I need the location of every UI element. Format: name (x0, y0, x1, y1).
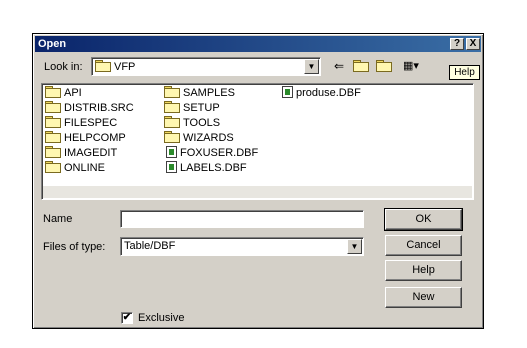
list-item[interactable]: TOOLS (164, 116, 220, 130)
list-item[interactable]: SETUP (164, 101, 220, 115)
folder-icon (45, 86, 61, 98)
folder-icon (164, 116, 180, 128)
table-file-icon (282, 86, 293, 98)
folder-icon (164, 86, 180, 98)
chevron-down-icon[interactable]: ▼ (304, 59, 319, 74)
folder-icon (45, 116, 61, 128)
lookin-label: Look in: (44, 61, 83, 73)
dialog-title: Open (38, 38, 67, 50)
list-item[interactable]: API (45, 86, 82, 100)
help-button[interactable]: Help (385, 260, 462, 281)
chevron-down-icon[interactable]: ▼ (347, 239, 362, 254)
help-question-button[interactable]: ? (450, 38, 464, 50)
list-item[interactable]: produse.DBF (282, 86, 361, 100)
title-bar[interactable]: Open ? X (35, 36, 481, 52)
folder-icon (95, 60, 111, 72)
list-item[interactable]: DISTRIB.SRC (45, 101, 134, 115)
list-item[interactable]: SAMPLES (164, 86, 235, 100)
list-item[interactable]: ONLINE (45, 161, 105, 175)
filetype-value: Table/DBF (124, 240, 176, 252)
list-item[interactable]: WIZARDS (164, 131, 234, 145)
help-tooltip: Help (449, 65, 480, 80)
folder-icon (164, 101, 180, 113)
list-item[interactable]: FOXUSER.DBF (166, 146, 258, 160)
folder-icon (45, 101, 61, 113)
list-item[interactable]: LABELS.DBF (166, 161, 247, 175)
lookin-value: VFP (114, 61, 136, 73)
table-file-icon (166, 161, 177, 173)
filetype-label: Files of type: (43, 241, 106, 253)
ok-button[interactable]: OK (384, 208, 463, 231)
lookin-dropdown[interactable]: VFP ▼ (91, 57, 321, 76)
list-item[interactable]: IMAGEDIT (45, 146, 117, 160)
table-file-icon (166, 146, 177, 158)
exclusive-label: Exclusive (138, 312, 185, 324)
list-item[interactable]: FILESPEC (45, 116, 117, 130)
folder-icon (45, 131, 61, 143)
new-folder-icon[interactable] (375, 58, 393, 74)
new-button[interactable]: New (385, 287, 462, 308)
open-dialog: Open ? X Look in: VFP ▼ ⇐ ▦▾ Help API DI… (32, 33, 484, 329)
cancel-button[interactable]: Cancel (385, 235, 462, 256)
up-folder-icon[interactable] (353, 58, 369, 74)
folder-icon (45, 146, 61, 158)
close-button[interactable]: X (466, 38, 480, 50)
filetype-dropdown[interactable]: Table/DBF ▼ (120, 237, 364, 256)
name-field[interactable] (120, 210, 364, 228)
exclusive-checkbox[interactable]: ✔ (121, 312, 133, 324)
name-label: Name (43, 213, 73, 225)
list-item[interactable]: HELPCOMP (45, 131, 126, 145)
folder-icon (45, 161, 61, 173)
folder-icon (164, 131, 180, 143)
arrow-left-icon[interactable]: ⇐ (331, 58, 347, 74)
view-menu-icon[interactable]: ▦▾ (399, 58, 423, 74)
file-list[interactable]: API DISTRIB.SRC FILESPEC HELPCOMP IMAGED… (41, 83, 474, 200)
horizontal-scrollbar[interactable] (43, 186, 472, 198)
